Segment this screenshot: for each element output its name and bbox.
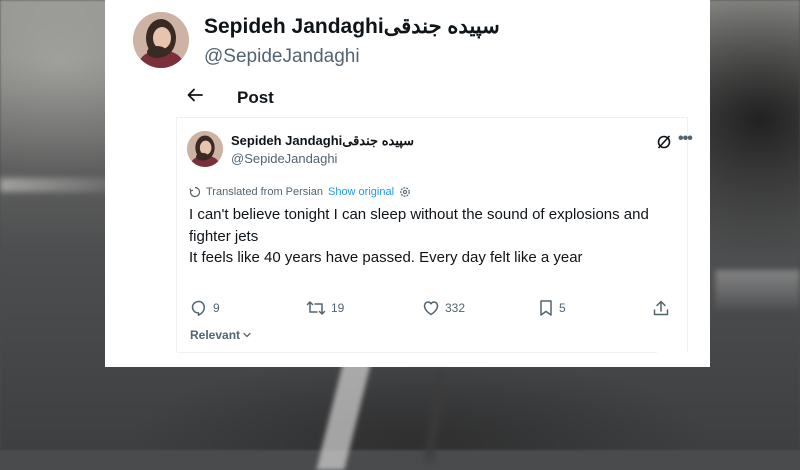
back-arrow-icon[interactable] [186,86,210,108]
chevron-down-icon [243,332,251,338]
more-icon[interactable]: ••• [678,131,698,149]
reply-icon [191,300,206,316]
page-title: Post [237,88,274,107]
repost-icon [306,301,326,315]
profile-handle: @SepideJandaghi [204,46,360,67]
tweet-text-line: It feels like 40 years have passed. Ever… [189,249,583,266]
repost-button[interactable]: 19 [306,298,344,318]
profile-avatar[interactable] [133,12,189,68]
reply-button[interactable]: 9 [190,298,220,318]
tweet-text-line: I can't believe tonight I can sleep with… [189,206,649,223]
tweet-actions: 9 19 332 5 [190,298,680,318]
sort-dropdown[interactable]: Relevant [190,328,252,342]
like-button[interactable]: 332 [422,298,465,318]
bookmark-button[interactable]: 5 [538,298,566,318]
like-icon [423,301,439,316]
like-count: 332 [445,301,466,315]
show-original-link[interactable]: Show original [328,186,394,198]
profile-display-name: Sepideh Jandaghiسپیده جندقی [204,15,500,38]
bookmark-count: 5 [559,301,566,315]
tweet-text-line: fighter jets [189,227,259,245]
sort-label: Relevant [190,328,241,342]
background-road-shadow [423,372,447,462]
tweet-author-name[interactable]: Sepideh Jandaghiسپیده جندقی [231,133,414,149]
bookmark-icon [540,300,552,316]
grok-icon[interactable] [656,134,672,150]
translated-label: Translated from Persian [206,186,323,198]
translate-icon [189,186,201,198]
background-road-marking [316,360,372,470]
tweet-author-handle[interactable]: @SepideJandaghi [231,151,337,166]
divider [177,352,657,353]
tweet-text: I can't believe tonight I can sleep with… [189,204,689,269]
reply-count: 9 [213,301,220,315]
background-lane [0,178,110,192]
profile-header-card [105,0,710,84]
avatar[interactable] [187,131,223,167]
settings-icon[interactable] [399,186,411,198]
share-button[interactable] [652,298,670,318]
repost-count: 19 [331,301,345,315]
background-guardrail [715,270,800,310]
share-icon [653,300,669,316]
translation-notice: Translated from Persian Show original [189,184,411,200]
